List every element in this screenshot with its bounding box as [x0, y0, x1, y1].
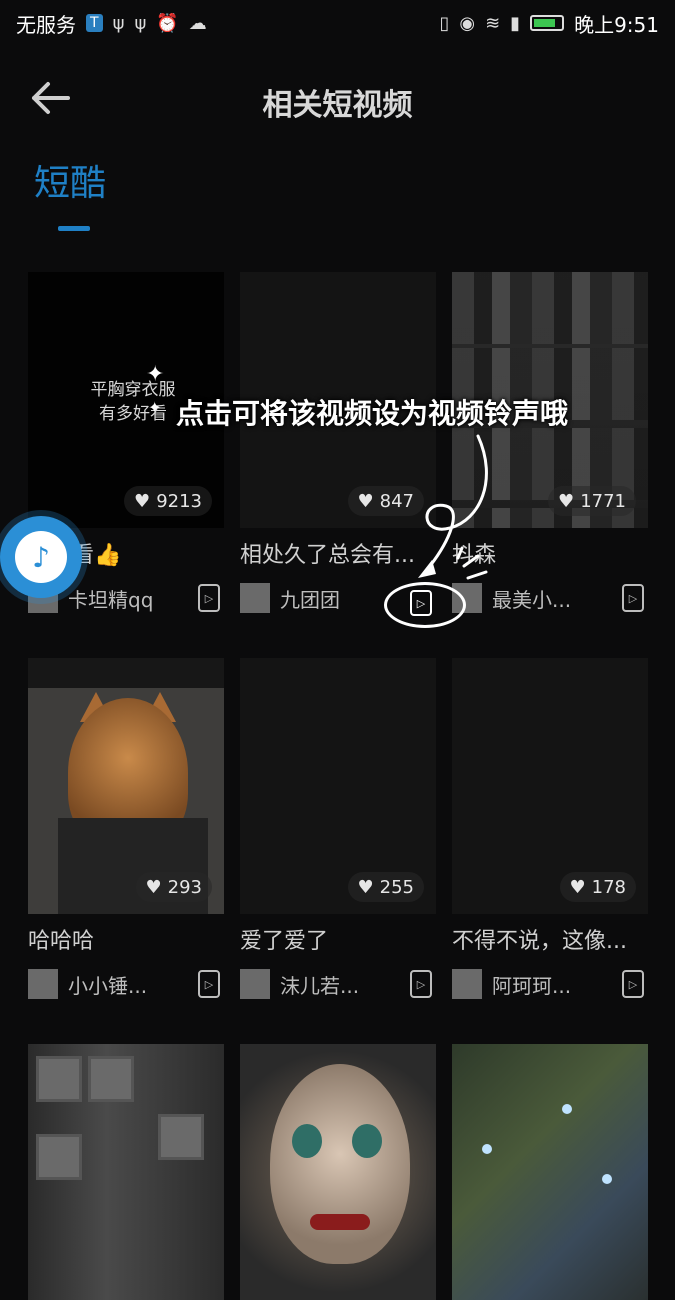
tooltip-arrow: [418, 434, 488, 580]
video-ringtone-icon[interactable]: ▷: [410, 590, 432, 616]
